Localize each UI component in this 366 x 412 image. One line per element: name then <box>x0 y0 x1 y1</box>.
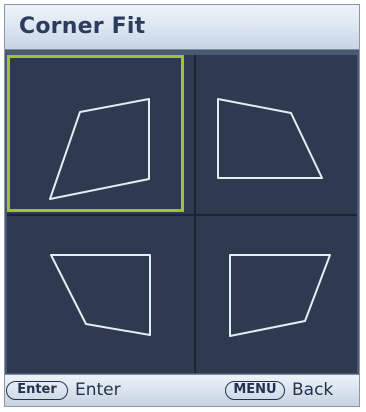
menu-key-badge[interactable]: MENU <box>225 381 285 400</box>
back-hint-label: Back <box>292 380 334 400</box>
grid-divider-horizontal <box>7 214 357 216</box>
corner-option-top-left[interactable] <box>7 55 184 212</box>
title-bar: Corner Fit <box>5 5 359 50</box>
enter-hint-label: Enter <box>75 380 121 400</box>
corner-option-bottom-right[interactable] <box>196 216 357 373</box>
corner-selection-grid <box>7 55 357 373</box>
enter-key-badge[interactable]: Enter <box>6 381 68 400</box>
page-title: Corner Fit <box>19 14 146 39</box>
corner-fit-window: Corner Fit Enter Enter MENU Back <box>4 4 360 407</box>
corner-option-top-right[interactable] <box>196 55 357 214</box>
corner-option-bottom-left[interactable] <box>7 216 194 373</box>
footer-hint-bar: Enter Enter MENU Back <box>5 374 359 406</box>
